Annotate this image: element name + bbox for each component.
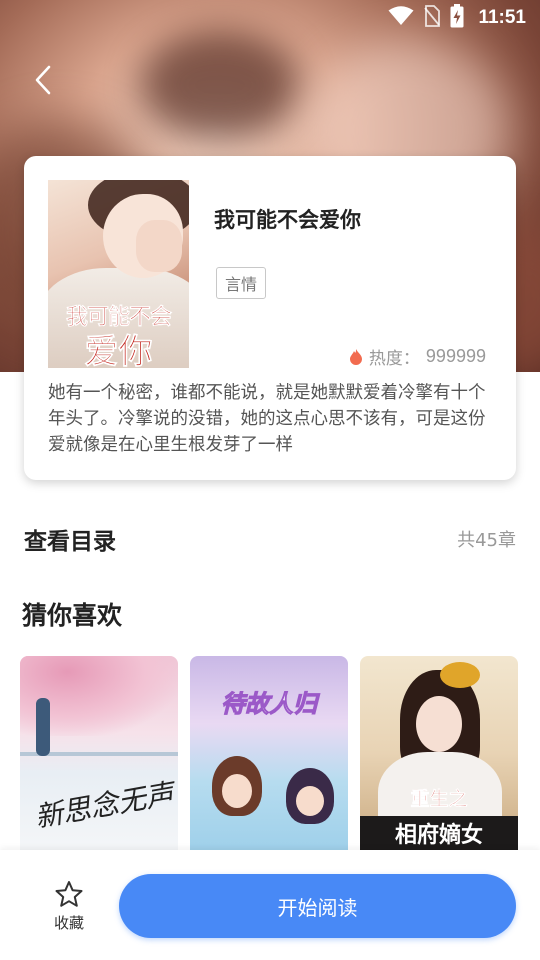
recommend-cover-2-title: 待故人归 [221, 689, 318, 719]
recommend-list: 新思念无声 待故人归 重生之 相府嫡女 [20, 656, 520, 850]
heat-value: 999999 [425, 346, 486, 366]
recommend-cover-3-title: 相府嫡女 [394, 822, 483, 848]
chevron-left-icon [35, 65, 51, 95]
chapter-count: 共45章 [457, 530, 516, 551]
book-title: 我可能不会爱你 [214, 208, 361, 232]
battery-charging-icon [450, 4, 464, 32]
book-cover[interactable]: 我可能不会 爱你 [48, 180, 189, 368]
back-button[interactable] [28, 62, 58, 98]
recommend-book-1[interactable]: 新思念无声 [20, 656, 178, 850]
book-info-card: 我可能不会 爱你 我可能不会爱你 言情 热度： 999999 她有一个秘密，谁都不… [24, 156, 516, 480]
cover-title-line2: 爱你 [84, 332, 153, 368]
bottom-action-bar: 收藏 开始阅读 [0, 850, 540, 960]
catalog-label: 查看目录 [24, 529, 116, 555]
wifi-icon [388, 6, 414, 30]
heat-label: 热度： [368, 349, 420, 369]
recommend-cover-1-title: 新思念无声 [32, 777, 177, 834]
genre-tag: 言情 [216, 267, 267, 299]
flame-icon [349, 348, 362, 365]
recommend-book-3[interactable]: 重生之 相府嫡女 [360, 656, 518, 850]
clock: 11:51 [478, 7, 526, 28]
star-icon [55, 881, 83, 907]
favorite-label: 收藏 [53, 914, 84, 932]
recommend-book-2[interactable]: 待故人归 [190, 656, 348, 850]
status-bar: 11:51 [0, 0, 540, 36]
recommend-cover-3-subtitle: 重生之 [410, 788, 468, 811]
favorite-button[interactable]: 收藏 [42, 880, 96, 933]
recommend-section-title: 猜你喜欢 [22, 601, 123, 630]
start-reading-button[interactable]: 开始阅读 [119, 874, 516, 938]
book-description: 她有一个秘密，谁都不能说，就是她默默爱着冷擎有十个年头了。冷擎说的没错，她的这点… [48, 383, 486, 455]
heat-indicator: 热度： 999999 [349, 344, 486, 369]
catalog-row[interactable]: 查看目录 共45章 [24, 522, 516, 556]
no-sim-icon [424, 5, 441, 31]
